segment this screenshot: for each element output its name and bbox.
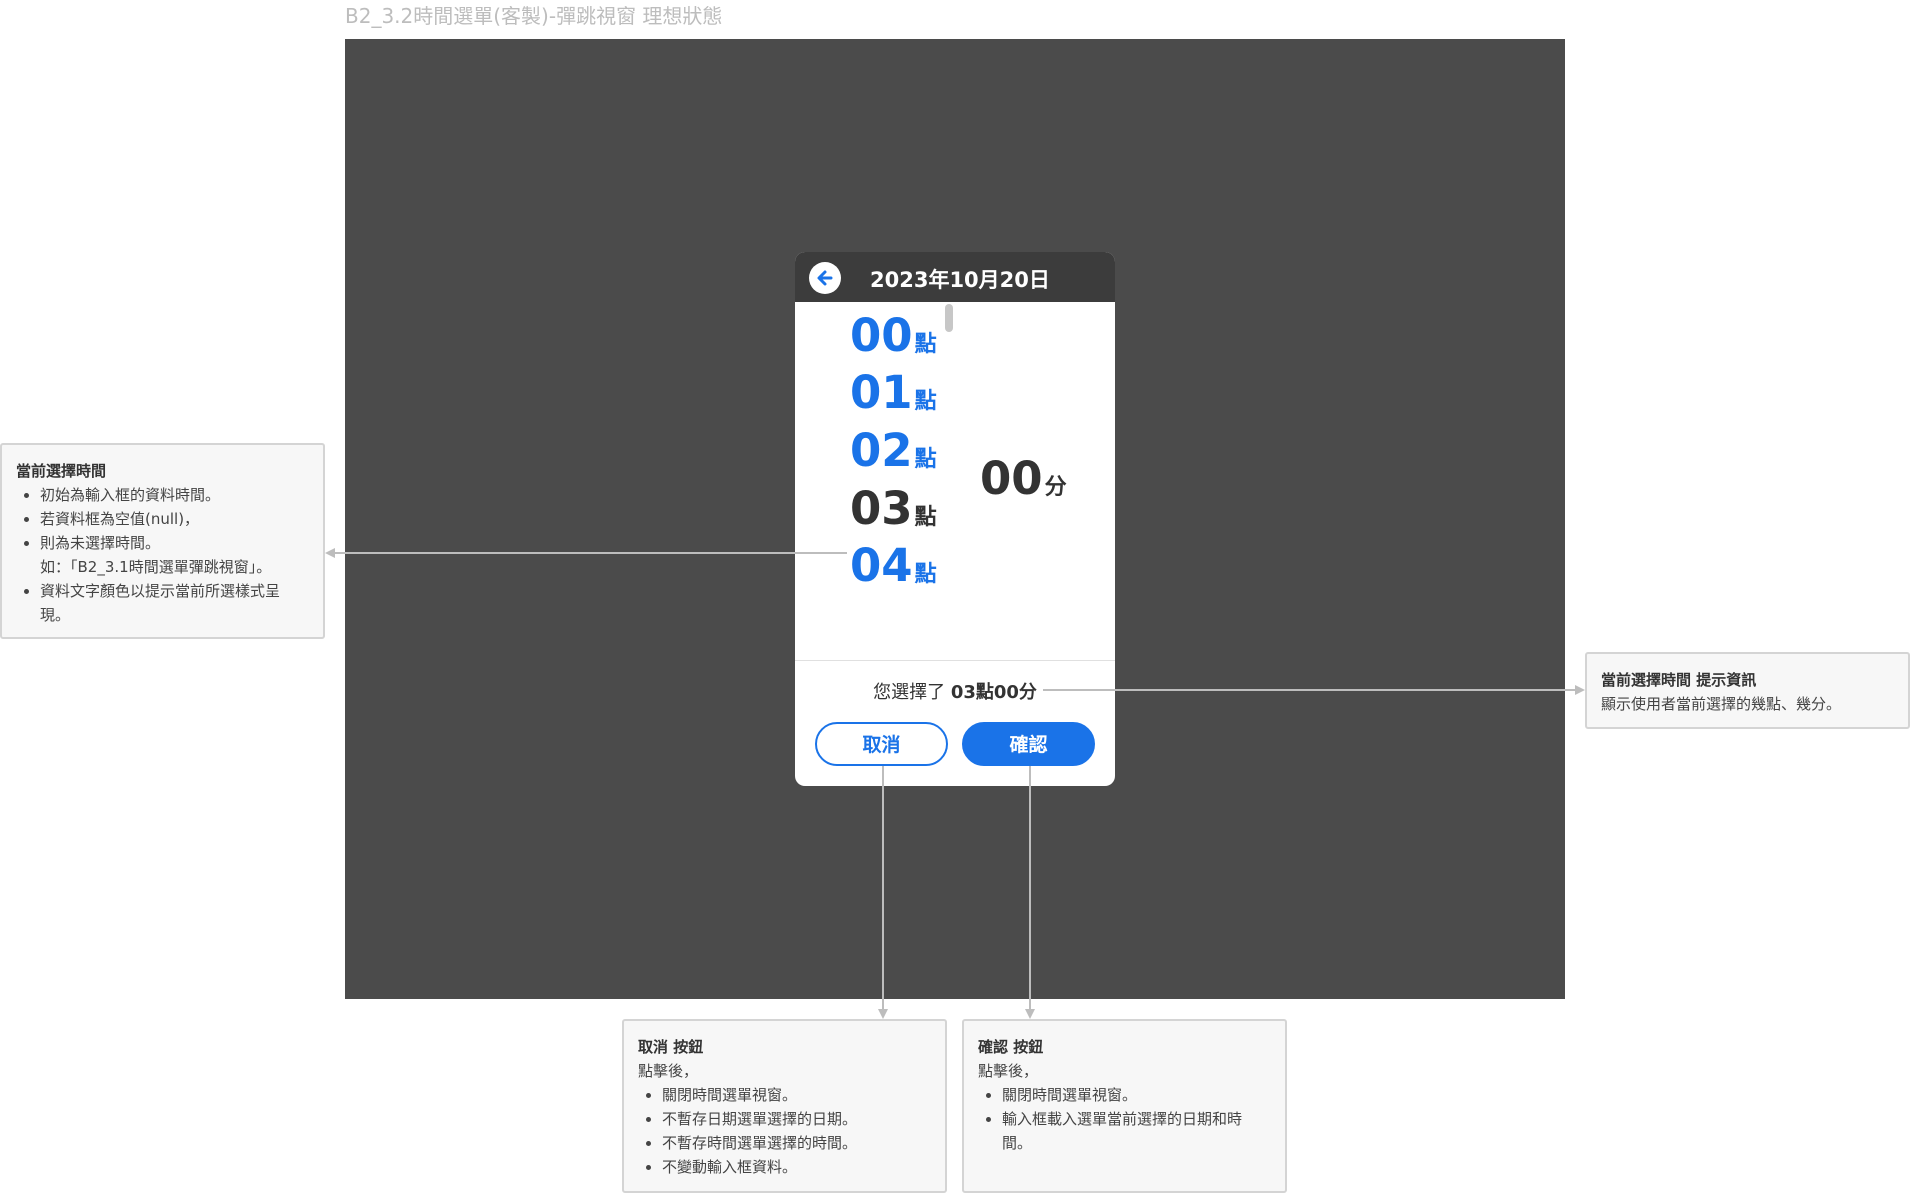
arrowhead [1025,1009,1035,1019]
annotation-connectors [325,548,1585,1019]
arrowhead [325,548,335,558]
arrowhead [878,1009,888,1019]
arrowhead [1575,685,1585,695]
